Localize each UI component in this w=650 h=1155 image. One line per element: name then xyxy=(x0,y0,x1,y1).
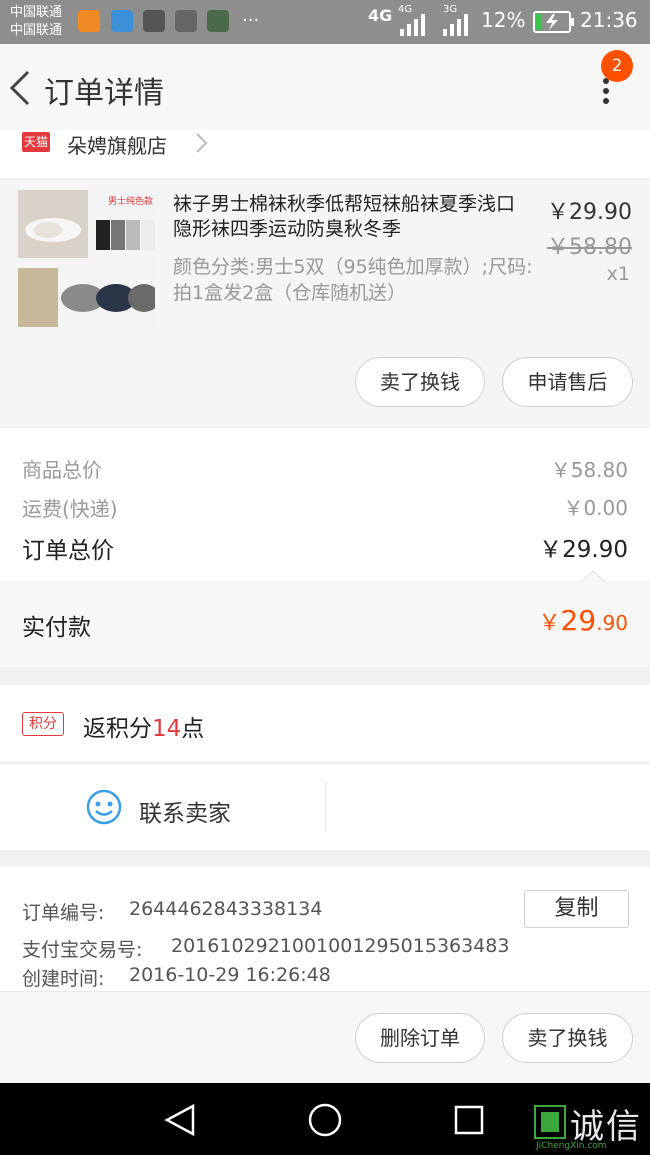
created-label: 创建时间: xyxy=(22,968,105,990)
watermark-url: JiChengXin.com xyxy=(536,1141,607,1151)
back-triangle-icon[interactable] xyxy=(163,1103,197,1137)
tmall-badge: 天猫 xyxy=(22,132,50,152)
title-bar: 订单详情 xyxy=(0,44,650,130)
points-prefix: 返积分 xyxy=(83,716,152,742)
points-row: 积分 返积分14点 xyxy=(0,685,650,761)
product-image[interactable]: 男士纯色款 xyxy=(18,190,155,327)
paid-label: 实付款 xyxy=(22,615,91,641)
signal-icon xyxy=(443,14,468,36)
quantity: x1 xyxy=(606,263,630,285)
shop-name: 朵娉旗舰店 xyxy=(67,134,167,158)
sell-exchange-button[interactable]: 卖了换钱 xyxy=(502,1013,633,1063)
notification-badge: 2 xyxy=(601,50,633,82)
paid-currency: ￥ xyxy=(538,611,561,636)
after-sale-button[interactable]: 申请售后 xyxy=(502,357,633,407)
contact-row: 联系卖家 xyxy=(0,763,650,850)
contact-avatar-icon xyxy=(143,10,165,32)
goods-total-label: 商品总价 xyxy=(22,458,102,482)
contact-seller-button[interactable]: 联系卖家 xyxy=(0,764,325,850)
paid-decimal: .90 xyxy=(596,611,628,635)
paid-amount: ￥29.90 xyxy=(539,604,628,637)
battery-charging-icon xyxy=(533,11,574,33)
product-title[interactable]: 袜子男士棉袜秋季低帮短袜船袜夏季浅口隐形袜四季运动防臭秋冬季 xyxy=(173,192,523,242)
footer-actions: 删除订单 卖了换钱 xyxy=(0,991,650,1084)
battery-percent: 12% xyxy=(481,8,526,32)
points-text: 返积分14点 xyxy=(83,709,204,743)
watermark: 诚信 JiChengXin.com xyxy=(532,1091,650,1155)
shipping-label: 运费(快递) xyxy=(22,497,118,521)
signal-icon xyxy=(400,14,425,36)
chat-face-icon xyxy=(86,789,122,825)
more-notifications-icon: ··· xyxy=(242,10,260,31)
product-card[interactable]: 男士纯色款 袜子男士棉袜秋季低帮短袜船袜夏季浅口隐形袜四季运动防臭秋冬季 颜色分… xyxy=(0,180,650,426)
status-bar: 中国联通 中国联通 ··· 4G 4G 3G 12% 21:36 xyxy=(0,0,650,44)
recents-square-icon[interactable] xyxy=(453,1104,485,1136)
watermark-logo-icon xyxy=(534,1105,566,1139)
points-count: 14 xyxy=(152,716,182,742)
paid-row: 实付款 ￥29.90 xyxy=(0,582,650,667)
order-number: 2644462843338134 xyxy=(129,898,323,920)
original-price: ￥58.80 xyxy=(547,235,632,260)
goods-total-value: ￥58.80 xyxy=(550,458,628,482)
socks-photo xyxy=(18,190,155,327)
price-summary: 商品总价 ￥58.80 运费(快递) ￥0.00 订单总价 ￥29.90 xyxy=(0,428,650,581)
chevron-right-icon xyxy=(196,133,208,153)
uc-browser-icon xyxy=(78,10,100,32)
network-type: 4G xyxy=(368,6,393,25)
divider xyxy=(325,782,326,832)
order-info: 订单编号: 2644462843338134 复制 支付宝交易号: 201610… xyxy=(0,867,650,991)
photo-icon xyxy=(207,10,229,32)
created-time: 2016-10-29 16:26:48 xyxy=(129,964,331,986)
clock: 21:36 xyxy=(580,8,638,32)
home-circle-icon[interactable] xyxy=(307,1102,343,1138)
contact-avatar-icon xyxy=(175,10,197,32)
contact-seller-label: 联系卖家 xyxy=(139,801,231,827)
delete-order-button[interactable]: 删除订单 xyxy=(355,1013,485,1063)
points-suffix: 点 xyxy=(181,716,205,742)
carrier-label: 中国联通 xyxy=(10,5,63,20)
copy-button[interactable]: 复制 xyxy=(524,890,629,928)
order-total-label: 订单总价 xyxy=(22,538,114,564)
points-tag: 积分 xyxy=(22,712,64,736)
product-sku: 颜色分类:男士5双（95纯色加厚款）;尺码:拍1盒发2盒（仓库随机送） xyxy=(173,256,533,304)
sell-exchange-button[interactable]: 卖了换钱 xyxy=(355,357,485,407)
shop-row[interactable]: 天猫 朵娉旗舰店 xyxy=(0,130,650,178)
product-price: ￥29.90 xyxy=(547,200,632,225)
shipping-value: ￥0.00 xyxy=(563,496,628,520)
order-number-label: 订单编号: xyxy=(22,902,105,924)
health-app-icon xyxy=(111,10,133,32)
paid-integer: 29 xyxy=(560,604,597,637)
alipay-label: 支付宝交易号: xyxy=(22,939,143,961)
page-title: 订单详情 xyxy=(44,76,164,111)
system-nav-bar: 诚信 JiChengXin.com xyxy=(0,1083,650,1155)
carrier-label: 中国联通 xyxy=(10,23,63,38)
alipay-number: 2016102921001001295015363483 xyxy=(171,935,510,957)
back-arrow-icon[interactable] xyxy=(8,70,32,106)
order-total-value: ￥29.90 xyxy=(539,537,628,563)
image-caption: 男士纯色款 xyxy=(108,197,154,207)
